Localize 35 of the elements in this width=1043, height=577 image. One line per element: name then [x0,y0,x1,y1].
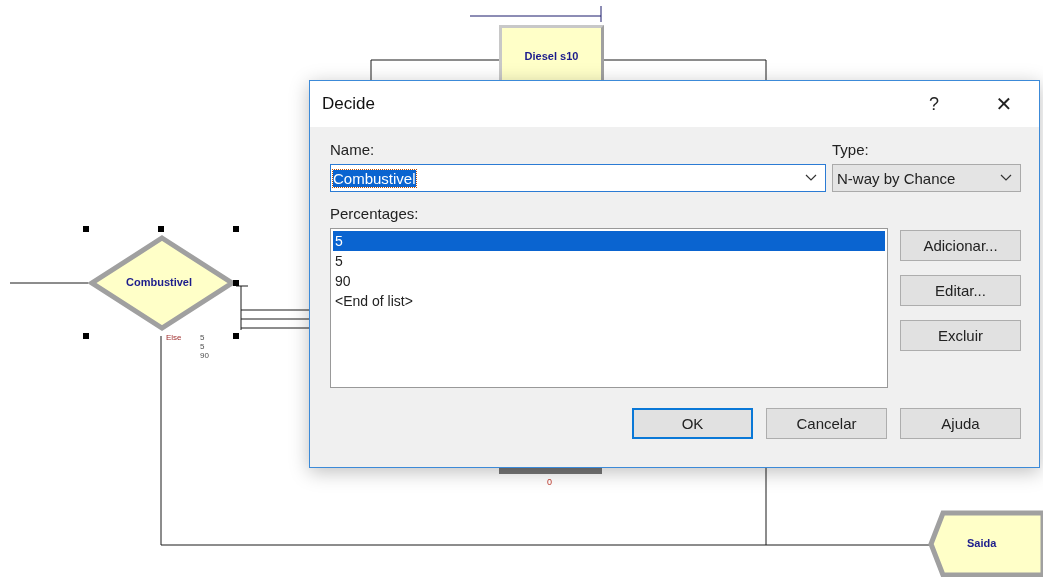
dialog-button[interactable]: OK [632,408,753,439]
selection-handle[interactable] [233,280,239,286]
list-item[interactable]: 5 [333,231,885,251]
branch-label: 5 [200,342,206,351]
list-action-button[interactable]: Editar... [900,275,1021,306]
branch-label: 5 [200,333,206,342]
node-label: Saida [967,537,997,549]
list-item[interactable]: <End of list> [333,291,885,311]
chevron-icon [1000,174,1012,182]
branch-label: 90 [200,351,209,360]
list-action-button[interactable]: Adicionar... [900,230,1021,261]
selection-handle[interactable] [83,226,89,232]
else-label: Else [166,333,182,342]
dialog-button[interactable]: Ajuda [900,408,1021,439]
selection-handle[interactable] [233,226,239,232]
list-item[interactable]: 90 [333,271,885,291]
counter-label: 0 [547,477,552,487]
node-label: Combustivel [126,276,192,288]
dialog-button[interactable]: Cancelar [766,408,887,439]
selection-handle[interactable] [158,226,164,232]
list-item[interactable]: 5 [333,251,885,271]
window-title: Decide [322,94,376,114]
field-label: Type: [832,141,870,158]
field-label: Percentages: [330,205,420,222]
field-value: Combustivel [333,169,416,187]
field-label: Name: [330,141,376,158]
selection-handle[interactable] [233,333,239,339]
chevron-icon [805,174,817,182]
type-dropdown[interactable]: N-way by Chance [832,164,1021,192]
close-button[interactable]: ✕ [969,81,1039,127]
field-value: N-way by Chance [837,169,956,187]
name-combo[interactable]: Combustivel [330,164,826,192]
list-action-button[interactable]: Excluir [900,320,1021,351]
selection-handle[interactable] [83,333,89,339]
help-button[interactable]: ? [899,81,969,127]
